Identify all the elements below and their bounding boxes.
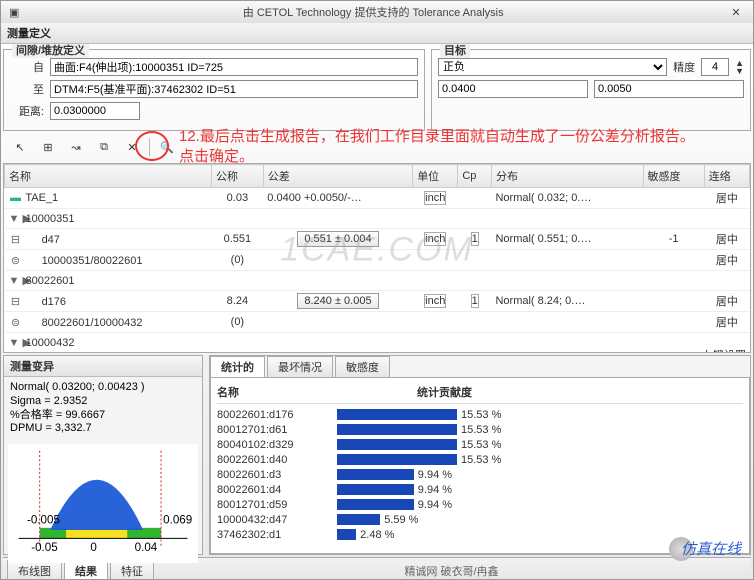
table-row[interactable]: ▬ TAE_10.030.0400 +0.0050/-…inchNormal( … — [5, 188, 750, 209]
stats-tabs: 统计的最坏情况敏感度 — [210, 356, 750, 377]
contribution-row[interactable]: 37462302:d12.48 % — [217, 527, 743, 542]
svg-text:0.04: 0.04 — [135, 541, 158, 554]
brand-watermark: 仿真在线 — [681, 538, 741, 559]
variance-dist: Normal( 0.03200; 0.00423 ) — [10, 381, 196, 395]
target-legend: 目标 — [440, 44, 470, 58]
dist-label: 距离: — [10, 103, 44, 119]
svg-text:0: 0 — [90, 541, 96, 554]
unit-cell[interactable]: inch — [424, 191, 446, 205]
unit-cell[interactable]: inch — [424, 294, 446, 308]
contribution-row[interactable]: 80040102:d32915.53 % — [217, 437, 743, 452]
contribution-row[interactable]: 80022601:d49.94 % — [217, 482, 743, 497]
table-row[interactable]: ⊟ d470.5510.551 ± 0.004inch1Normal( 0.55… — [5, 229, 750, 250]
contribution-row[interactable]: 80012701:d6115.53 % — [217, 422, 743, 437]
window-title: 由 CETOL Technology 提供支持的 Tolerance Analy… — [19, 4, 727, 20]
app-icon: ▣ — [9, 6, 19, 19]
col-header[interactable]: Cp — [458, 165, 492, 188]
from-label: 自 — [10, 59, 44, 75]
table-row[interactable]: ⊜ 80022601/10000432(0)居中 — [5, 312, 750, 333]
annotation-text: 12.最后点击生成报告，在我们工作目录里面就自动生成了一份公差分析报告。点击确定… — [179, 127, 699, 166]
col-header[interactable]: 单位 — [413, 165, 458, 188]
contribution-row[interactable]: 80012701:d599.94 % — [217, 497, 743, 512]
contrib-header-value: 统计贡献度 — [337, 384, 517, 400]
precision-label: 精度 — [673, 59, 695, 75]
col-header[interactable]: 公差 — [263, 165, 412, 188]
def-legend: 间隙/堆放定义 — [12, 44, 89, 58]
close-icon[interactable]: ✕ — [727, 6, 745, 19]
precision-input[interactable] — [701, 58, 729, 76]
stats-tab[interactable]: 最坏情况 — [267, 356, 333, 377]
variance-panel: 测量变异 Normal( 0.03200; 0.00423 ) Sigma = … — [3, 355, 203, 555]
stats-tab[interactable]: 统计的 — [210, 356, 265, 377]
col-header[interactable]: 敏感度 — [643, 165, 704, 188]
gap-stack-definition: 间隙/堆放定义 自 至 距离: — [3, 49, 425, 131]
precision-stepper-icon[interactable]: ▲▼ — [735, 59, 744, 75]
table-row[interactable]: ⊜ 10000351/80022601(0)居中 — [5, 250, 750, 271]
table-row[interactable]: ▼ ▶ 10000432 — [5, 333, 750, 353]
contribution-row[interactable]: 10000432:d475.59 % — [217, 512, 743, 527]
add-box-icon[interactable]: ⊞ — [37, 137, 59, 157]
col-header[interactable]: 连络 — [704, 165, 749, 188]
to-label: 至 — [10, 81, 44, 97]
context-menu-hint: 右键设置 默认选项 — [702, 344, 746, 353]
contribution-row[interactable]: 80022601:d4015.53 % — [217, 452, 743, 467]
contrib-header-name: 名称 — [217, 384, 337, 400]
generate-report-button[interactable]: 🔍 — [156, 137, 178, 157]
titlebar: ▣ 由 CETOL Technology 提供支持的 Tolerance Ana… — [1, 1, 753, 23]
tolerance-button[interactable]: 8.240 ± 0.005 — [297, 293, 378, 309]
dist-input[interactable] — [50, 102, 140, 120]
target-low-input[interactable] — [438, 80, 588, 98]
statistics-panel: 统计的最坏情况敏感度 名称 统计贡献度 80022601:d17615.53 %… — [209, 355, 751, 555]
variance-title: 测量变异 — [4, 356, 202, 377]
table-row[interactable]: ⊟ d470.630.630 ± 0.003inch1Normal( 0.63;… — [5, 353, 750, 354]
svg-text:-0.05: -0.05 — [31, 541, 57, 554]
target-box: 目标 正负 精度 ▲▼ — [431, 49, 751, 131]
col-header[interactable]: 分布 — [491, 165, 643, 188]
table-row[interactable]: ▼ ▶ 80022601 — [5, 271, 750, 291]
cp-cell[interactable]: 1 — [471, 232, 479, 246]
stats-tab[interactable]: 敏感度 — [335, 356, 390, 377]
from-input[interactable] — [50, 58, 418, 76]
tolerance-button[interactable]: 0.551 ± 0.004 — [297, 231, 378, 247]
distribution-plot: -0.005 0.069 -0.05 0 0.04 — [8, 444, 198, 563]
variance-dpmu: DPMU = 3,332.7 — [10, 422, 196, 436]
cp-cell[interactable]: 1 — [471, 294, 479, 308]
contribution-row[interactable]: 80022601:d17615.53 % — [217, 407, 743, 422]
feature-table[interactable]: 1CAE.COM 名称公称公差单位Cp分布敏感度连络 ▬ TAE_10.030.… — [3, 163, 751, 353]
pointer-tool-icon[interactable]: ↖ — [9, 137, 31, 157]
unit-cell[interactable]: inch — [424, 232, 446, 246]
variance-yield: %合格率 = 99.6667 — [10, 409, 196, 423]
variance-sigma: Sigma = 2.9352 — [10, 395, 196, 409]
delete-icon[interactable]: ✕ — [121, 137, 143, 157]
section-measure-title: 测量定义 — [1, 23, 753, 44]
col-header[interactable]: 公称 — [212, 165, 264, 188]
col-header[interactable]: 名称 — [5, 165, 212, 188]
table-row[interactable]: ⊟ d1768.248.240 ± 0.005inch1Normal( 8.24… — [5, 291, 750, 312]
svg-text:-0.005: -0.005 — [27, 514, 60, 527]
to-input[interactable] — [50, 80, 418, 98]
table-row[interactable]: ▼ ▶ 10000351 — [5, 209, 750, 229]
contribution-row[interactable]: 80022601:d39.94 % — [217, 467, 743, 482]
svg-text:0.069: 0.069 — [163, 514, 192, 527]
target-high-input[interactable] — [594, 80, 744, 98]
footer-center: 精诚网 破衣哥/冉鑫 — [156, 563, 747, 579]
copy-icon[interactable]: ⧉ — [93, 137, 115, 157]
link-icon[interactable]: ↝ — [65, 137, 87, 157]
target-type-select[interactable]: 正负 — [438, 58, 667, 76]
